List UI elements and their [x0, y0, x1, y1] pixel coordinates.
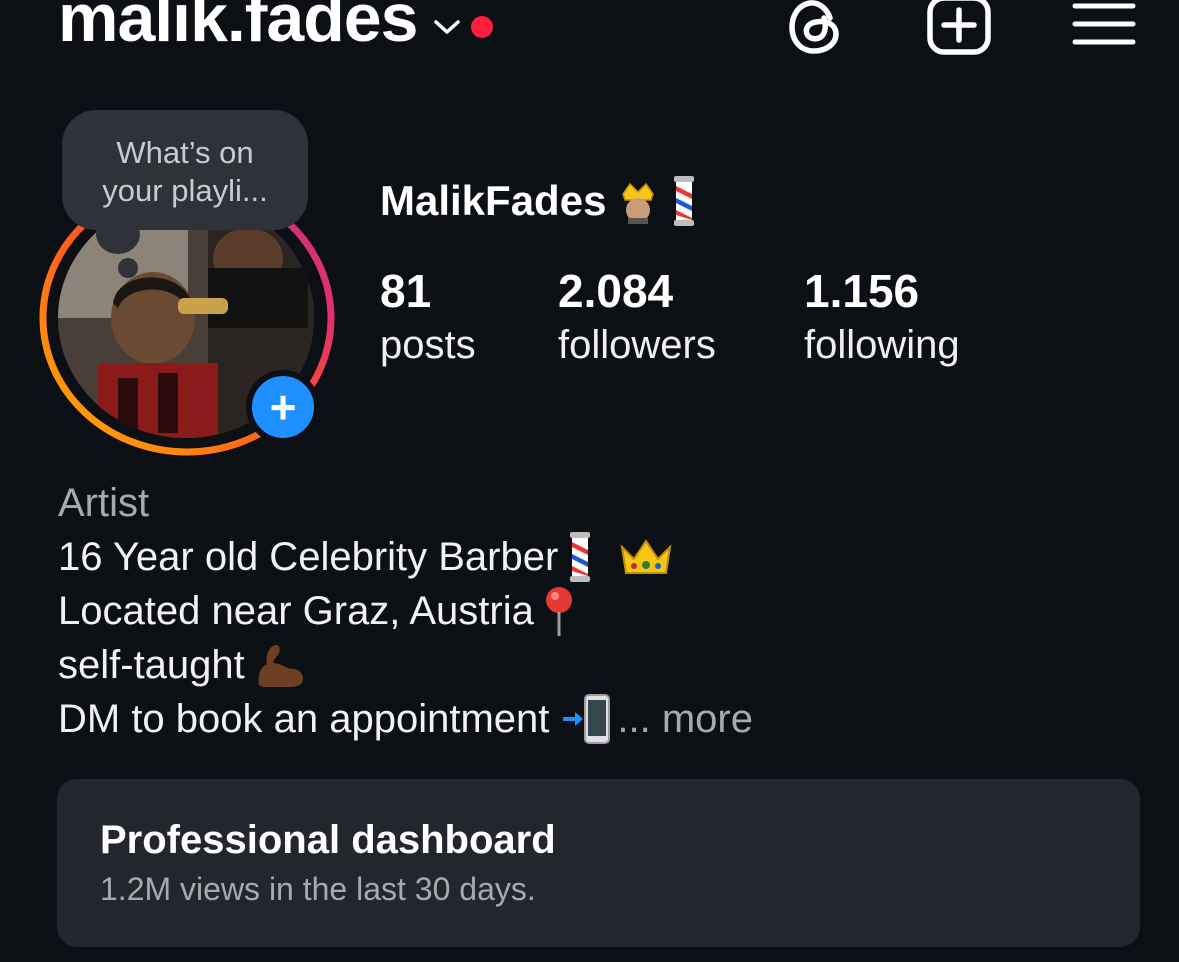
stat-following[interactable]: 1.156 following	[804, 268, 960, 368]
note-text-line2: your playli...	[102, 173, 268, 208]
add-story-button[interactable]: +	[246, 370, 320, 444]
username[interactable]: malik.fades	[58, 0, 418, 52]
pin-icon	[545, 587, 572, 636]
bio: Artist 16 Year old Celebrity Barber Loca…	[58, 476, 753, 746]
note-bubble-tail-small	[118, 258, 138, 278]
bio-line: self-taught	[58, 638, 753, 692]
bio-line: Located near Graz, Austria	[58, 584, 753, 638]
display-name-text: MalikFades	[380, 177, 607, 224]
threads-icon[interactable]	[786, 0, 846, 58]
dashboard-title: Professional dashboard	[100, 818, 556, 862]
bio-line: 16 Year old Celebrity Barber	[58, 530, 753, 584]
posts-label: posts	[380, 323, 476, 367]
plus-icon: +	[269, 381, 297, 433]
note-bubble[interactable]: What’s on your playli...	[62, 110, 308, 230]
bio-line: DM to book an appointment ... more	[58, 692, 753, 746]
chevron-down-icon[interactable]	[433, 17, 461, 37]
crown-icon	[620, 539, 672, 574]
barber-pole-icon	[674, 176, 695, 226]
bio-line-text: self-taught	[58, 643, 245, 687]
followers-count: 2.084	[558, 265, 674, 317]
king-emoji-icon	[622, 182, 655, 224]
notification-dot	[471, 16, 494, 38]
phone-arrow-icon	[563, 694, 611, 744]
bio-category: Artist	[58, 481, 150, 525]
note-text-line1: What’s on	[116, 135, 254, 170]
bio-line-text: 16 Year old Celebrity Barber	[58, 535, 559, 579]
bio-line-text: Located near Graz, Austria	[58, 589, 534, 633]
professional-dashboard-card[interactable]: Professional dashboard 1.2M views in the…	[57, 779, 1140, 947]
following-count: 1.156	[804, 265, 920, 317]
stat-posts[interactable]: 81 posts	[380, 268, 476, 368]
account-switcher[interactable]: malik.fades	[58, 0, 494, 52]
flexed-biceps-icon	[258, 644, 303, 687]
profile-header: malik.fades	[0, 0, 1179, 80]
dashboard-subtitle: 1.2M views in the last 30 days.	[100, 871, 536, 907]
followers-label: followers	[558, 323, 716, 367]
stat-followers[interactable]: 2.084 followers	[558, 268, 716, 368]
display-name: MalikFades	[380, 176, 698, 226]
posts-count: 81	[380, 265, 432, 317]
more-link[interactable]: ... more	[617, 692, 753, 746]
menu-icon[interactable]	[1072, 0, 1136, 50]
profile-page: malik.fades What’s on your playli... + M…	[0, 0, 1179, 962]
following-label: following	[804, 323, 960, 367]
bio-line-text: DM to book an appointment	[58, 697, 550, 741]
create-plus-icon[interactable]	[926, 0, 994, 56]
barber-pole-icon	[570, 532, 591, 582]
